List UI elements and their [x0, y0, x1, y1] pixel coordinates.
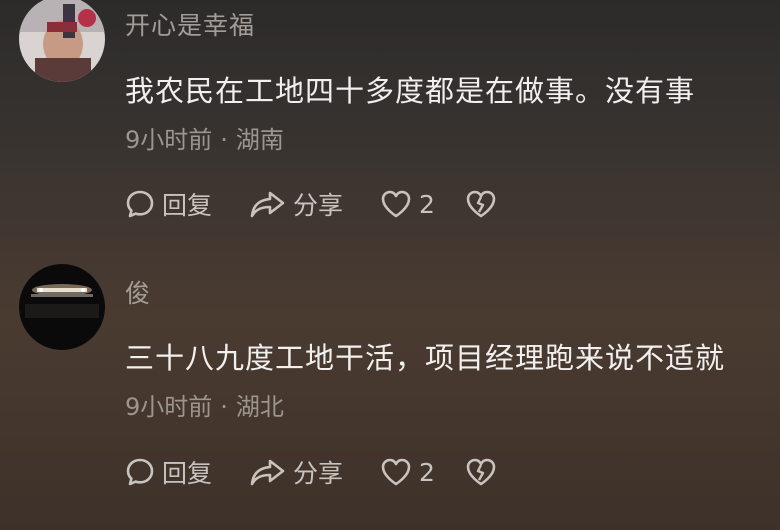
share-arrow-icon	[250, 459, 285, 486]
avatar[interactable]	[19, 264, 105, 350]
separator: ·	[220, 126, 228, 154]
comment-item: 俊 三十八九度工地干活，项目经理跑来说不适就 9小时前 · 湖北 回复 分享 2	[0, 264, 780, 530]
username[interactable]: 开心是幸福	[125, 6, 255, 42]
like-count: 2	[419, 189, 435, 219]
location: 湖南	[235, 126, 284, 154]
share-button[interactable]: 分享	[250, 186, 343, 222]
share-button[interactable]: 分享	[250, 454, 343, 490]
avatar[interactable]	[19, 0, 105, 82]
like-button[interactable]: 2	[380, 454, 435, 490]
comment-bubble-icon	[126, 458, 154, 486]
location: 湖北	[235, 393, 284, 421]
reply-label: 回复	[162, 191, 213, 220]
reply-button[interactable]: 回复	[125, 454, 212, 490]
comment-actions: 回复 分享 2	[125, 454, 525, 490]
heart-icon	[381, 190, 411, 218]
timestamp: 9小时前	[125, 393, 213, 421]
reply-label: 回复	[162, 459, 213, 488]
like-button[interactable]: 2	[380, 186, 435, 222]
share-arrow-icon	[250, 191, 285, 218]
like-count: 2	[419, 457, 435, 487]
comment-bubble-icon	[126, 190, 154, 218]
share-label: 分享	[293, 459, 344, 488]
timestamp: 9小时前	[125, 126, 213, 154]
heart-icon	[381, 458, 411, 486]
comment-text: 三十八九度工地干活，项目经理跑来说不适就	[125, 341, 726, 375]
username[interactable]: 俊	[125, 274, 151, 310]
comment-meta: 9小时前 · 湖北	[125, 387, 284, 422]
comment-meta: 9小时前 · 湖南	[125, 120, 284, 155]
dislike-button[interactable]	[465, 186, 497, 222]
comment-item: 开心是幸福 我农民在工地四十多度都是在做事。没有事 9小时前 · 湖南 回复 分享 …	[0, 0, 780, 265]
separator: ·	[220, 393, 228, 421]
reply-button[interactable]: 回复	[125, 186, 212, 222]
share-label: 分享	[293, 191, 344, 220]
comment-text: 我农民在工地四十多度都是在做事。没有事	[125, 74, 696, 108]
broken-heart-icon	[466, 190, 496, 218]
dislike-button[interactable]	[465, 454, 497, 490]
comment-actions: 回复 分享 2	[125, 186, 525, 222]
broken-heart-icon	[466, 458, 496, 486]
